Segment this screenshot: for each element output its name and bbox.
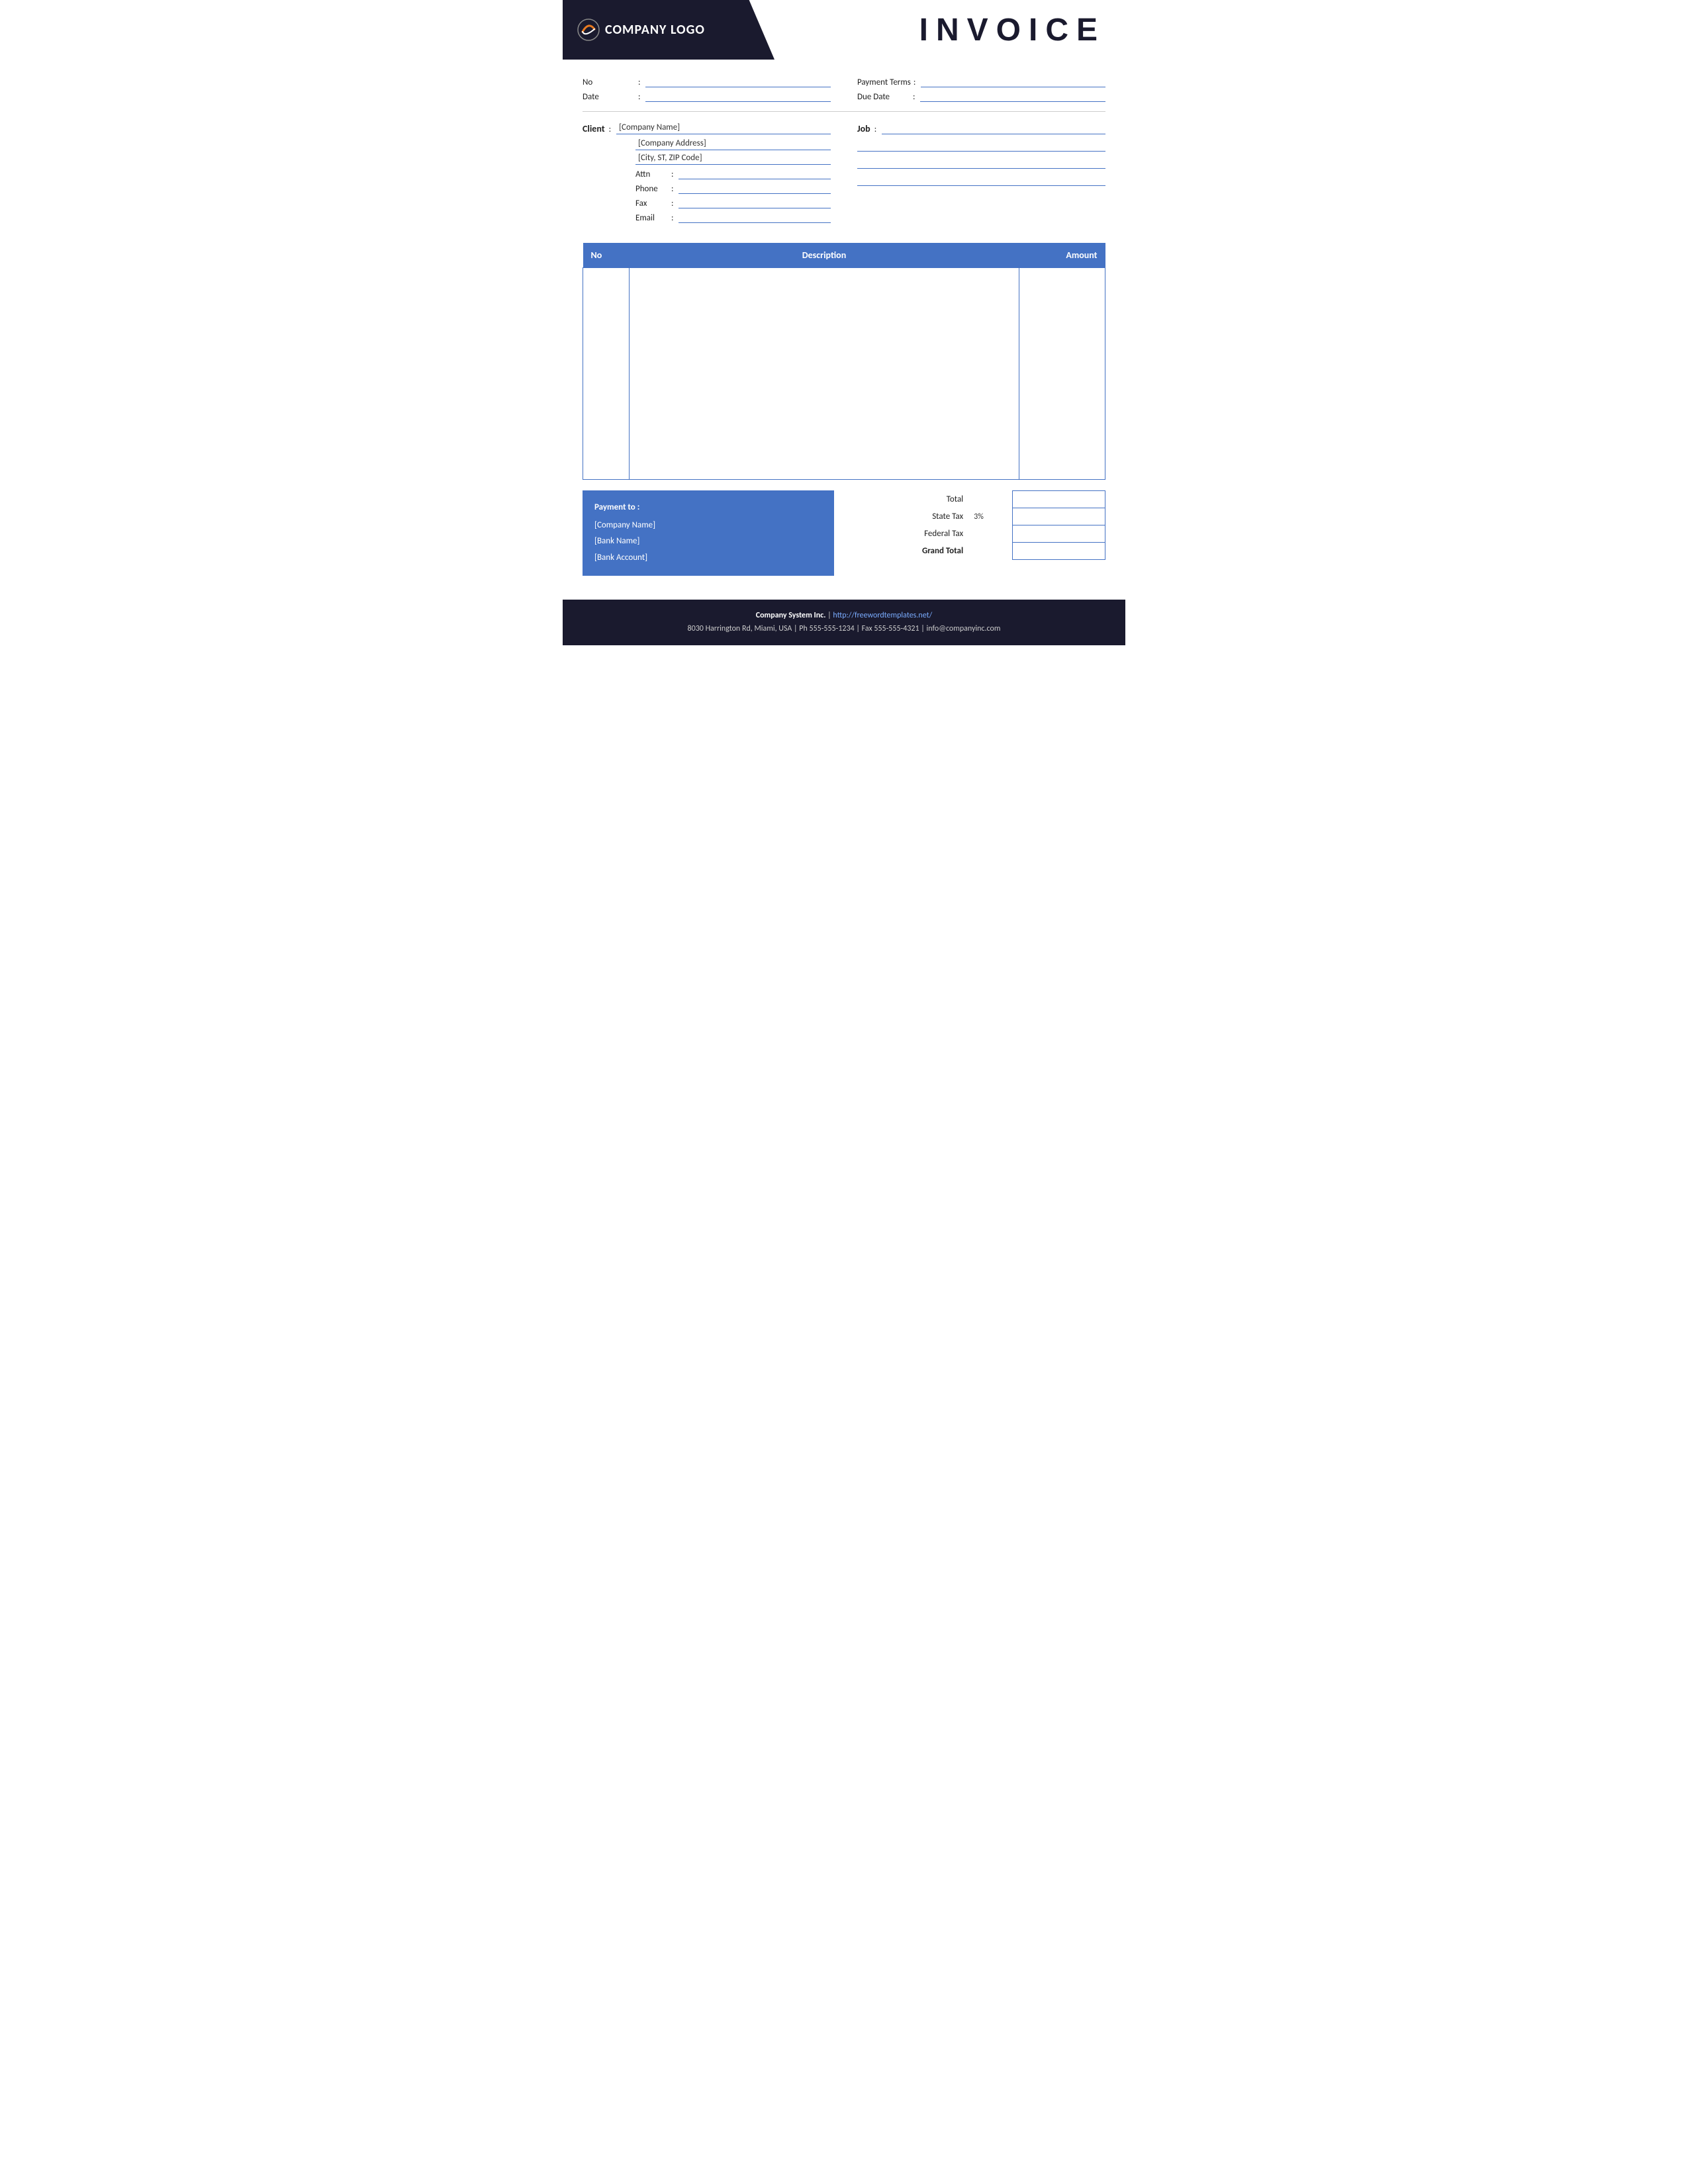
client-address-row: [Company Address] bbox=[583, 138, 831, 150]
client-phone-colon: : bbox=[671, 184, 673, 194]
grand-total-percent-cell bbox=[970, 543, 1012, 560]
row-desc-cell[interactable] bbox=[630, 268, 1019, 480]
date-colon: : bbox=[638, 92, 640, 102]
row-amount-cell[interactable] bbox=[1019, 268, 1105, 480]
job-label: Job bbox=[857, 123, 870, 134]
client-attn-colon: : bbox=[671, 169, 673, 179]
footer-line-2: 8030 Harrington Rd, Miami, USA | Ph 555-… bbox=[569, 622, 1119, 635]
client-name-line[interactable]: [Company Name] bbox=[616, 122, 831, 134]
totals-area: Total State Tax 3% Federal Tax Grand Tot… bbox=[847, 490, 1105, 560]
federal-tax-row: Federal Tax bbox=[847, 525, 1105, 543]
date-label: Date bbox=[583, 92, 635, 102]
payment-box: Payment to : [Company Name] [Bank Name] … bbox=[583, 490, 834, 576]
client-email-line[interactable] bbox=[679, 211, 831, 223]
client-header: Client : [Company Name] bbox=[583, 122, 831, 134]
state-tax-percent: 3% bbox=[974, 512, 984, 522]
federal-tax-value-box[interactable] bbox=[1013, 525, 1105, 543]
job-colon: : bbox=[874, 124, 876, 134]
total-percent-cell bbox=[970, 491, 1012, 508]
payment-bank-account: [Bank Account] bbox=[594, 550, 822, 567]
job-header: Job : bbox=[857, 122, 1105, 134]
state-tax-value-box[interactable] bbox=[1013, 508, 1105, 525]
client-phone-line[interactable] bbox=[679, 182, 831, 194]
logo-icon bbox=[576, 17, 601, 42]
grand-total-row: Grand Total bbox=[847, 543, 1105, 560]
client-attn-label: Attn bbox=[635, 169, 669, 179]
total-row: Total bbox=[847, 491, 1105, 508]
table-row bbox=[583, 268, 1105, 480]
no-input-line[interactable] bbox=[645, 75, 831, 87]
due-date-input-line[interactable] bbox=[920, 90, 1105, 102]
invoice-title-area: INVOICE bbox=[774, 0, 1125, 60]
payment-title: Payment to : bbox=[594, 500, 822, 516]
page-footer: Company System Inc. | http://freewordtem… bbox=[563, 600, 1125, 645]
meta-section: No : Payment Terms : Date : Due Date : bbox=[563, 60, 1125, 111]
invoice-title: INVOICE bbox=[919, 12, 1105, 48]
client-attn-row: Attn : bbox=[583, 167, 831, 179]
payment-terms-colon: : bbox=[914, 77, 915, 87]
payment-company-name: [Company Name] bbox=[594, 518, 822, 534]
client-phone-row: Phone : bbox=[583, 182, 831, 194]
col-no-header: No bbox=[583, 243, 630, 268]
footer-company-name: Company System Inc. bbox=[756, 611, 826, 620]
payment-terms-input-line[interactable] bbox=[921, 75, 1105, 87]
invoice-table: No Description Amount bbox=[583, 243, 1105, 480]
client-email-label: Email bbox=[635, 213, 669, 223]
table-section: No Description Amount bbox=[563, 232, 1125, 490]
footer-website[interactable]: http://freewordtemplates.net/ bbox=[833, 611, 932, 620]
client-left: Client : [Company Name] [Company Address… bbox=[583, 122, 831, 226]
payment-bank-name: [Bank Name] bbox=[594, 533, 822, 550]
client-fax-label: Fax bbox=[635, 199, 669, 208]
total-value-box[interactable] bbox=[1013, 491, 1105, 508]
footer-section: Payment to : [Company Name] [Bank Name] … bbox=[563, 490, 1125, 586]
payment-terms-field: Payment Terms : bbox=[857, 75, 1105, 87]
client-phone-label: Phone bbox=[635, 184, 669, 194]
federal-tax-percent-cell bbox=[970, 525, 1012, 543]
meta-row-2: Date : Due Date : bbox=[583, 90, 1105, 102]
client-city-line[interactable]: [City, ST, ZIP Code] bbox=[635, 153, 831, 165]
footer-line-1: Company System Inc. | http://freewordtem… bbox=[569, 609, 1119, 622]
logo-area: COMPANY LOGO bbox=[563, 0, 774, 60]
grand-total-value-box[interactable] bbox=[1013, 543, 1105, 560]
client-fax-row: Fax : bbox=[583, 197, 831, 208]
grand-total-label: Grand Total bbox=[847, 543, 970, 560]
job-line-4[interactable] bbox=[857, 174, 1105, 186]
due-date-field: Due Date : bbox=[857, 90, 1105, 102]
job-line-1[interactable] bbox=[882, 122, 1105, 134]
page-header: COMPANY LOGO INVOICE bbox=[563, 0, 1125, 60]
due-date-label: Due Date bbox=[857, 92, 910, 102]
no-colon: : bbox=[638, 77, 640, 87]
job-section: Job : bbox=[857, 122, 1105, 226]
client-email-row: Email : bbox=[583, 211, 831, 223]
client-attn-line[interactable] bbox=[679, 167, 831, 179]
client-city-row: [City, ST, ZIP Code] bbox=[583, 153, 831, 165]
meta-row-1: No : Payment Terms : bbox=[583, 75, 1105, 87]
client-label: Client bbox=[583, 123, 605, 134]
job-line-2[interactable] bbox=[857, 140, 1105, 152]
total-label: Total bbox=[847, 491, 970, 508]
due-date-colon: : bbox=[913, 92, 915, 102]
client-email-colon: : bbox=[671, 213, 673, 223]
client-address-line[interactable]: [Company Address] bbox=[635, 138, 831, 150]
state-tax-percent-cell: 3% bbox=[970, 508, 1012, 525]
date-input-line[interactable] bbox=[645, 90, 831, 102]
state-tax-label: State Tax bbox=[847, 508, 970, 525]
date-field: Date : bbox=[583, 90, 831, 102]
col-description-header: Description bbox=[630, 243, 1019, 268]
client-colon: : bbox=[609, 124, 611, 134]
payment-terms-label: Payment Terms bbox=[857, 77, 911, 87]
row-no-cell[interactable] bbox=[583, 268, 630, 480]
state-tax-row: State Tax 3% bbox=[847, 508, 1105, 525]
client-fax-colon: : bbox=[671, 199, 673, 208]
table-header-row: No Description Amount bbox=[583, 243, 1105, 268]
logo-text: COMPANY LOGO bbox=[576, 17, 705, 42]
federal-tax-label: Federal Tax bbox=[847, 525, 970, 543]
job-line-3[interactable] bbox=[857, 157, 1105, 169]
client-job-section: Client : [Company Name] [Company Address… bbox=[563, 112, 1125, 232]
client-fax-line[interactable] bbox=[679, 197, 831, 208]
col-amount-header: Amount bbox=[1019, 243, 1105, 268]
totals-table: Total State Tax 3% Federal Tax Grand Tot… bbox=[847, 490, 1105, 560]
no-field: No : bbox=[583, 75, 831, 87]
no-label: No bbox=[583, 77, 635, 87]
